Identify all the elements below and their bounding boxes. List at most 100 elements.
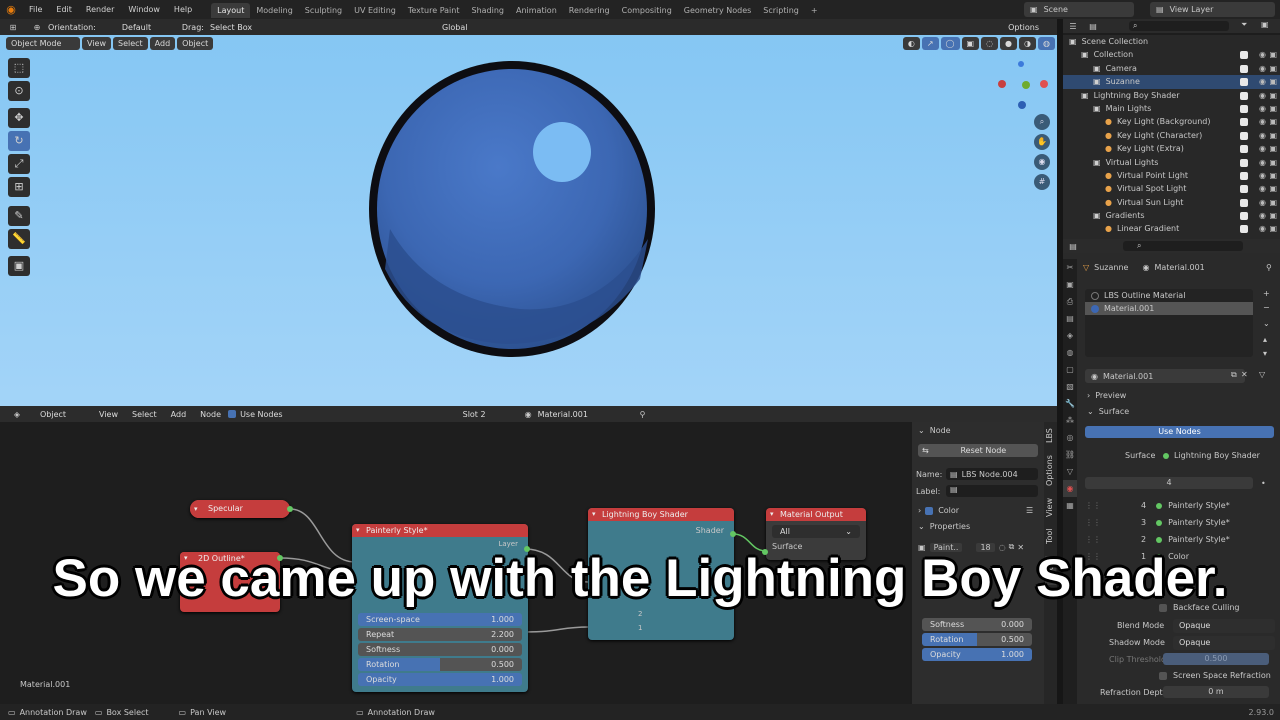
sidebar-tab-lbs[interactable]: LBS — [1045, 428, 1056, 443]
viewport-menu-add[interactable]: Add — [149, 36, 176, 50]
drag-handle-icon[interactable]: ⋮⋮ — [1085, 535, 1101, 544]
editor-type-icon[interactable]: ⊞ — [0, 23, 26, 32]
use-nodes-check-icon[interactable] — [228, 410, 237, 418]
pan-hand-icon[interactable]: ✋ — [1034, 134, 1050, 150]
tab-rendering[interactable]: Rendering — [563, 3, 616, 18]
visibility-eye-icon[interactable]: ◉ — [1259, 196, 1266, 209]
exclude-checkbox[interactable] — [1240, 225, 1248, 234]
outliner-row[interactable]: ▣ Camera ◉ ▣ — [1063, 62, 1280, 75]
node-editor-type-icon[interactable]: ◈ — [4, 410, 30, 419]
move-up-icon[interactable]: ▴ — [1263, 335, 1267, 344]
render-camera-icon[interactable]: ▣ — [1269, 222, 1277, 235]
unlink-material-icon[interactable]: ✕ — [1241, 370, 1248, 379]
surface-shader-selector[interactable]: Lightning Boy Shader — [1159, 449, 1271, 462]
slot-dropdown[interactable]: Slot 2 — [463, 410, 513, 419]
zoom-icon[interactable]: ⌕ — [1034, 114, 1050, 130]
rotate-tool-icon[interactable]: ↻ — [8, 131, 30, 151]
exclude-checkbox[interactable] — [1240, 91, 1248, 100]
tab-scripting[interactable]: Scripting — [757, 3, 805, 18]
transform-tool-icon[interactable]: ⊞ — [8, 177, 30, 197]
visibility-eye-icon[interactable]: ◉ — [1259, 142, 1266, 155]
tab-modeling[interactable]: Modeling — [250, 3, 298, 18]
visibility-eye-icon[interactable]: ◉ — [1259, 209, 1266, 222]
outliner-row[interactable]: ▣ Lightning Boy Shader ◉ ▣ — [1063, 89, 1280, 102]
slider-opacity[interactable]: Opacity 1.000 — [358, 673, 522, 686]
exclude-checkbox[interactable] — [1240, 212, 1248, 221]
clip-threshold-slider[interactable]: 0.500 — [1163, 653, 1269, 665]
slider-repeat[interactable]: Repeat 2.200 — [358, 628, 522, 641]
specular-node[interactable]: Specular — [190, 500, 290, 518]
render-camera-icon[interactable]: ▣ — [1269, 169, 1277, 182]
node-material-field[interactable]: Material.001 — [538, 410, 610, 419]
gizmo-y-icon[interactable] — [1022, 81, 1030, 89]
viewport-menu-select[interactable]: Select — [112, 36, 148, 50]
add-slot-icon[interactable]: + — [1263, 289, 1270, 298]
overlay-toggle-icon[interactable]: ◯ — [940, 36, 960, 50]
remove-slot-icon[interactable]: − — [1263, 303, 1270, 312]
select-box-tool-icon[interactable]: ⬚ — [8, 58, 30, 78]
render-tab-icon[interactable]: ▣ — [1063, 276, 1077, 293]
drag-handle-icon[interactable]: ⋮⋮ — [1085, 518, 1101, 527]
visibility-eye-icon[interactable]: ◉ — [1259, 129, 1266, 142]
render-camera-icon[interactable]: ▣ — [1269, 182, 1277, 195]
slot-menu-icon[interactable]: ⌄ — [1263, 319, 1270, 328]
tab-texture-paint[interactable]: Texture Paint — [402, 3, 466, 18]
exclude-checkbox[interactable] — [1240, 51, 1248, 60]
node-section-header[interactable]: ⌄ Node — [912, 422, 1044, 438]
node-label-field[interactable]: ▤ — [946, 485, 1038, 497]
view-layer-tab-icon[interactable]: ▤ — [1063, 310, 1077, 327]
texture-tab-icon[interactable]: ▦ — [1063, 497, 1077, 514]
object-tab-icon[interactable]: ▧ — [1063, 378, 1077, 395]
visibility-icon[interactable]: ◐ — [902, 36, 920, 50]
visibility-eye-icon[interactable]: ◉ — [1259, 75, 1266, 88]
slot-item-material[interactable]: Material.001 — [1085, 302, 1253, 315]
render-camera-icon[interactable]: ▣ — [1269, 209, 1277, 222]
render-camera-icon[interactable]: ▣ — [1269, 75, 1277, 88]
exclude-checkbox[interactable] — [1240, 145, 1248, 154]
properties-editor-icon[interactable]: ▤ — [1063, 242, 1083, 251]
outliner-row[interactable]: ● Key Light (Character) ◉ ▣ — [1063, 129, 1280, 142]
slider-screen-space[interactable]: Screen-space 1.000 — [358, 613, 522, 626]
exclude-checkbox[interactable] — [1240, 78, 1248, 87]
object-mode-dropdown[interactable]: Object Mode — [6, 36, 80, 50]
viewport-menu-view[interactable]: View — [82, 36, 111, 50]
outliner-row[interactable]: ▣ Main Lights ◉ ▣ — [1063, 102, 1280, 115]
sidebar-tab-tool[interactable]: Tool — [1045, 529, 1056, 545]
slider-softness[interactable]: Softness 0.000 — [922, 618, 1032, 631]
specular-output-socket[interactable] — [287, 506, 293, 512]
preview-panel-header[interactable]: › Preview — [1087, 391, 1126, 400]
material-selector[interactable]: ◉ Material.001 — [1085, 369, 1245, 383]
layer-item[interactable]: ⋮⋮ 4 Painterly Style* — [1085, 497, 1265, 514]
node-name-field[interactable]: ▤ LBS Node.004 — [946, 468, 1038, 480]
xray-toggle-icon[interactable]: ▣ — [961, 36, 980, 50]
render-camera-icon[interactable]: ▣ — [1269, 89, 1277, 102]
menu-render[interactable]: Render — [79, 0, 121, 19]
data-tab-icon[interactable]: ▽ — [1063, 463, 1077, 480]
cursor-tool-icon[interactable]: ⊙ — [8, 81, 30, 101]
blend-mode-dropdown[interactable]: Opaque — [1173, 619, 1275, 633]
outliner-row[interactable]: ● Key Light (Background) ◉ ▣ — [1063, 115, 1280, 128]
exclude-checkbox[interactable] — [1240, 185, 1248, 194]
properties-section-header[interactable]: ⌄ Properties — [918, 522, 970, 531]
visibility-eye-icon[interactable]: ◉ — [1259, 102, 1266, 115]
output-tab-icon[interactable]: ⎙ — [1063, 293, 1077, 310]
tab-compositing[interactable]: Compositing — [616, 3, 678, 18]
exclude-checkbox[interactable] — [1240, 104, 1248, 113]
render-camera-icon[interactable]: ▣ — [1269, 102, 1277, 115]
outliner-row[interactable]: ▣ Collection ◉ ▣ — [1063, 48, 1280, 61]
outliner-row[interactable]: ● Linear Gradient ◉ ▣ — [1063, 222, 1280, 235]
outliner-row[interactable]: ▣ Gradients ◉ ▣ — [1063, 209, 1280, 222]
outliner-row[interactable]: ● Virtual Point Light ◉ ▣ — [1063, 169, 1280, 182]
gizmo-negz-icon[interactable] — [1018, 101, 1026, 109]
node-menu-add[interactable]: Add — [171, 410, 187, 419]
scale-tool-icon[interactable]: ⤢ — [8, 154, 30, 174]
render-camera-icon[interactable]: ▣ — [1269, 196, 1277, 209]
gizmo-z-icon[interactable] — [1018, 61, 1024, 67]
exclude-checkbox[interactable] — [1240, 118, 1248, 127]
visibility-eye-icon[interactable]: ◉ — [1259, 89, 1266, 102]
gizmo-negx-icon[interactable] — [1040, 80, 1048, 88]
reset-node-button[interactable]: ⇆ Reset Node — [918, 444, 1038, 457]
layer-item[interactable]: ⋮⋮ 3 Painterly Style* — [1085, 514, 1265, 531]
filter-icon[interactable]: ⏷ — [1241, 20, 1247, 30]
tab-sculpting[interactable]: Sculpting — [299, 3, 348, 18]
